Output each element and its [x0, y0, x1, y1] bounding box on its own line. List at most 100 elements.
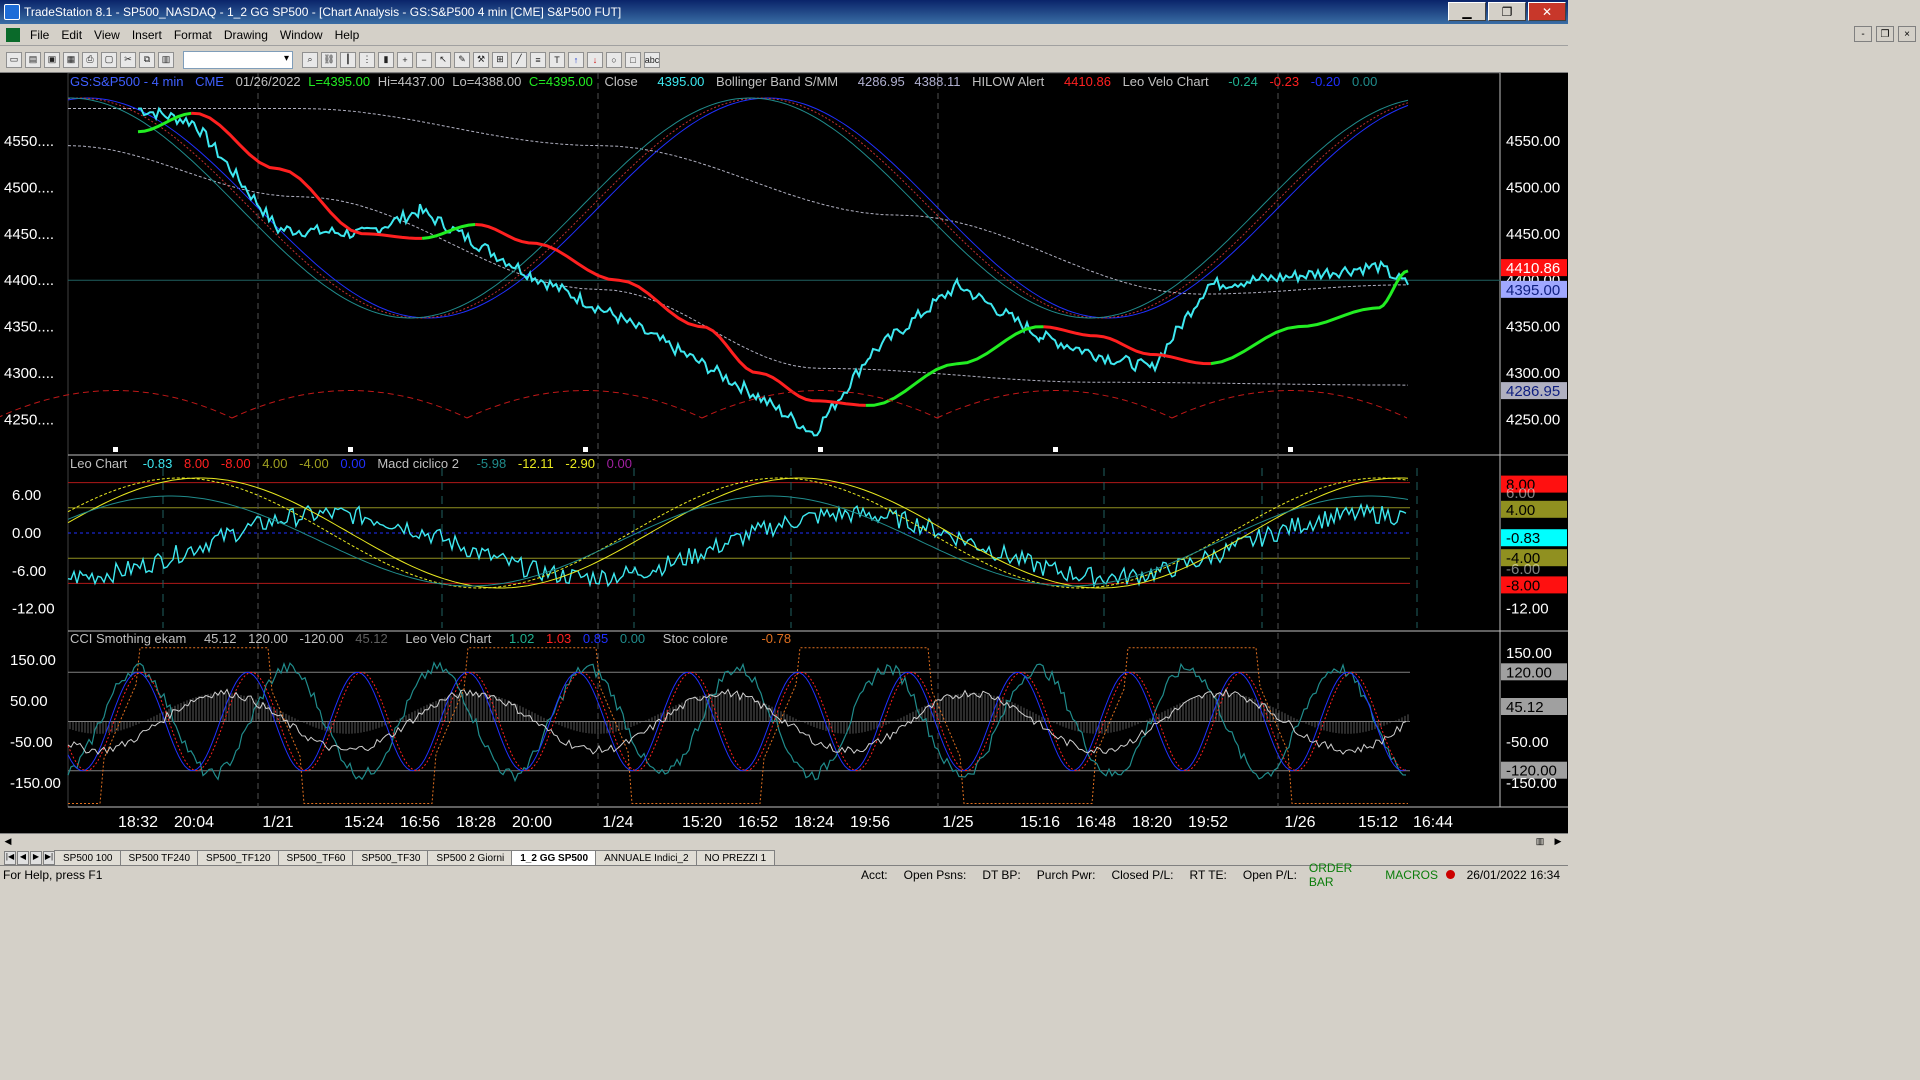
open-icon[interactable]: ▤ [25, 51, 41, 68]
tradestation-icon [4, 4, 20, 20]
chart-window-icon[interactable] [6, 27, 20, 42]
low-left-tick: -50.00 [10, 734, 53, 751]
mid-tag-m8: -8.00 [1506, 577, 1540, 594]
legend-velo-low-label: Leo Velo Chart [405, 631, 491, 646]
stoc-orange [68, 647, 1408, 804]
cut-icon[interactable]: ✂ [120, 51, 136, 68]
scroll-right-icon[interactable]: ▶ [1552, 836, 1564, 848]
cursor-icon[interactable]: ↖ [435, 51, 451, 68]
chart-analysis-window[interactable]: GS:S&P500 - 4 min CME 01/26/2022 L=4395.… [0, 72, 1568, 833]
status-bar: For Help, press F1 Acct: Open Psns: DT B… [0, 861, 1568, 889]
mdi-restore-button[interactable]: ❐ [1876, 26, 1894, 42]
low-left-tick: -150.00 [10, 775, 61, 792]
scroll-thumb[interactable]: ▥ [1534, 836, 1546, 848]
menu-format[interactable]: Format [168, 28, 218, 42]
price-tag-hilow: 4410.86 [1506, 260, 1560, 277]
status-dt-bp: DT BP: [982, 867, 1021, 882]
menu-drawing[interactable]: Drawing [218, 28, 274, 42]
menu-insert[interactable]: Insert [126, 28, 168, 42]
text-icon[interactable]: T [549, 51, 565, 68]
y-right-tick: 4300.00 [1506, 365, 1560, 382]
legend-velo-4: 0.00 [1352, 74, 1377, 89]
legend-macd-1: -5.98 [477, 456, 507, 471]
x-time-label: 20:04 [174, 814, 214, 831]
paste-icon[interactable]: ▥ [158, 51, 174, 68]
tab-1-2-gg-sp500[interactable]: 1_2 GG SP500 [511, 850, 598, 865]
tab-sp500-tf120[interactable]: SP500_TF120 [197, 850, 280, 865]
main-panel [67, 72, 1501, 456]
arrowdn-icon[interactable]: ↓ [587, 51, 603, 68]
mid-left-tick: -12.00 [12, 601, 55, 618]
tab-first-icon[interactable]: |◀ [4, 851, 16, 865]
tab-prev-icon[interactable]: ◀ [17, 851, 29, 865]
preview-icon[interactable]: ▢ [101, 51, 117, 68]
link-icon[interactable]: ⛓ [321, 51, 337, 68]
low-tag-120: 120.00 [1506, 664, 1552, 681]
mdi-close-button[interactable]: × [1898, 26, 1916, 42]
menu-help[interactable]: Help [329, 28, 366, 42]
cand-icon[interactable]: ▮ [378, 51, 394, 68]
chart-svg[interactable]: GS:S&P500 - 4 min CME 01/26/2022 L=4395.… [0, 72, 1568, 833]
status-rt-te: RT TE: [1189, 867, 1227, 882]
arrowup-icon[interactable]: ↑ [568, 51, 584, 68]
scroll-left-icon[interactable]: ◀ [2, 836, 14, 848]
saveall-icon[interactable]: ▦ [63, 51, 79, 68]
order-bar-button[interactable]: ORDER BAR [1305, 861, 1381, 889]
x-time-label: 15:12 [1358, 814, 1398, 831]
mid-left-tick: 0.00 [12, 525, 41, 542]
x-time-label: 16:44 [1413, 814, 1453, 831]
menu-window[interactable]: Window [274, 28, 329, 42]
y-left-tick: 4350.... [4, 319, 54, 336]
minimize-button[interactable]: ▁ [1448, 2, 1486, 21]
fib-icon[interactable]: ≡ [530, 51, 546, 68]
price-tag-last: 4395.00 [1506, 282, 1560, 299]
price-series [137, 106, 1409, 437]
close-button[interactable]: ✕ [1528, 2, 1566, 21]
print-icon[interactable]: ⎙ [82, 51, 98, 68]
tab-sp500-tf240[interactable]: SP500 TF240 [119, 850, 200, 865]
zoomout-icon[interactable]: − [416, 51, 432, 68]
connection-status-icon [1445, 870, 1455, 879]
circle-icon[interactable]: ○ [606, 51, 622, 68]
abc-icon[interactable]: abc [644, 51, 660, 68]
tab-sp500-tf60[interactable]: SP500_TF60 [277, 850, 355, 865]
legend-cci-1: 45.12 [204, 631, 237, 646]
low-right-tick: -50.00 [1506, 734, 1549, 751]
rect-icon[interactable]: □ [625, 51, 641, 68]
legend-hilow-label: HILOW Alert [972, 74, 1045, 89]
tab-no-prezzi-1[interactable]: NO PREZZI 1 [695, 850, 776, 865]
tab-sp500-2-giorni[interactable]: SP500 2 Giorni [427, 850, 514, 865]
menu-edit[interactable]: Edit [55, 28, 88, 42]
legend-date: 01/26/2022 [236, 74, 301, 89]
symbol-combo[interactable] [183, 50, 293, 69]
legend-close-c: C=4395.00 [529, 74, 593, 89]
line-icon[interactable]: ╱ [511, 51, 527, 68]
menu-view[interactable]: View [88, 28, 126, 42]
new-icon[interactable]: ▭ [6, 51, 22, 68]
x-time-label: 18:24 [794, 814, 834, 831]
find-icon[interactable]: ⌕ [302, 51, 318, 68]
tab-sp500-100[interactable]: SP500 100 [54, 850, 122, 865]
copy-icon[interactable]: ⧉ [139, 51, 155, 68]
legend-leo-chart: Leo Chart [70, 456, 127, 471]
menu-file[interactable]: File [24, 28, 55, 42]
draw-icon[interactable]: ✎ [454, 51, 470, 68]
status-help: For Help, press F1 [3, 867, 103, 882]
tools-icon[interactable]: ⚒ [473, 51, 489, 68]
legend-macd-2: -12.11 [518, 456, 554, 471]
dots-icon[interactable]: ⋮ [359, 51, 375, 68]
bars-icon[interactable]: ┃ [340, 51, 356, 68]
legend-stoc-label: Stoc colore [663, 631, 728, 646]
horizontal-scrollbar[interactable]: ◀ ▥ ▶ [0, 833, 1568, 849]
tab-sp500-tf30[interactable]: SP500_TF30 [352, 850, 430, 865]
tab-next-icon[interactable]: ▶ [30, 851, 42, 865]
maximize-button[interactable]: ❐ [1488, 2, 1526, 21]
macros-button[interactable]: MACROS [1381, 868, 1442, 882]
insert-icon[interactable]: ⊞ [492, 51, 508, 68]
save-icon[interactable]: ▣ [44, 51, 60, 68]
zoomin-icon[interactable]: + [397, 51, 413, 68]
tab-annuale-indici-2[interactable]: ANNUALE Indici_2 [595, 850, 698, 865]
mdi-minimize-button[interactable]: - [1854, 26, 1872, 42]
cycle-arc [231, 390, 468, 419]
legend-velo-low-3: 0.85 [583, 631, 608, 646]
